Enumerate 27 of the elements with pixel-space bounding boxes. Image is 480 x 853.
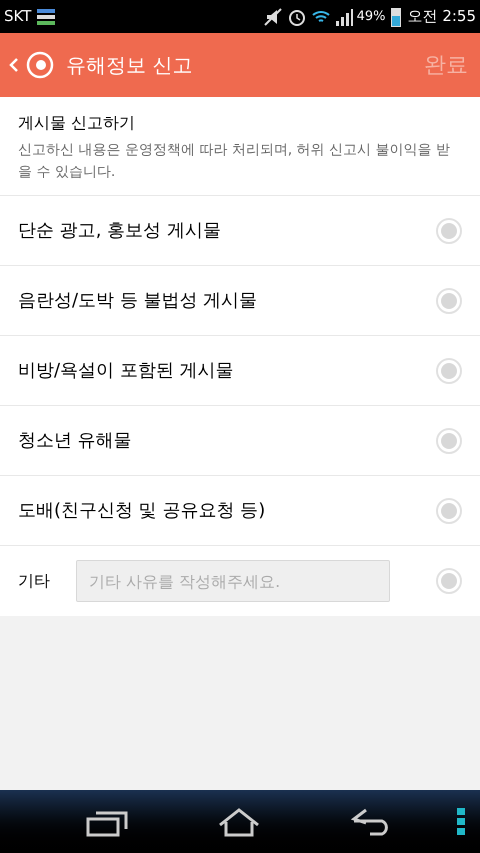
battery-icon xyxy=(390,6,402,28)
menu-icon[interactable] xyxy=(456,806,466,836)
section-title: 게시물 신고하기 xyxy=(18,112,136,134)
radio-button[interactable] xyxy=(436,428,462,454)
home-icon[interactable] xyxy=(216,806,262,836)
radio-button[interactable] xyxy=(436,288,462,314)
option-label[interactable]: 도배(친구신청 및 공유요청 등) xyxy=(18,497,436,524)
option-label[interactable]: 비방/욕설이 포함된 게시물 xyxy=(18,357,436,384)
back-icon[interactable] xyxy=(8,56,20,74)
app-logo-icon xyxy=(26,51,54,79)
radio-button[interactable] xyxy=(436,498,462,524)
radio-button[interactable] xyxy=(436,218,462,244)
radio-button[interactable] xyxy=(436,568,462,594)
carrier-label: SKT xyxy=(4,6,32,28)
option-label[interactable]: 음란성/도박 등 불법성 게시물 xyxy=(18,287,436,314)
section-description: 신고하신 내용은 운영정책에 따라 처리되며, 허위 신고시 불이익을 받을 수 있습니다. xyxy=(18,141,452,182)
signal-icon xyxy=(334,6,353,26)
option-label[interactable]: 청소년 유해물 xyxy=(18,427,436,454)
screen-title: 유해정보 신고 xyxy=(66,52,192,79)
mute-icon xyxy=(262,6,283,26)
reason-input-field[interactable]: 기타 사유를 작성해주세요. xyxy=(76,560,390,602)
option-label: 기타 xyxy=(18,570,51,592)
data-icon xyxy=(37,8,56,26)
clock: 오전 2:55 xyxy=(408,6,476,28)
option-label[interactable]: 단순 광고, 홍보성 게시물 xyxy=(18,217,436,244)
battery-percent: 49% xyxy=(356,8,386,26)
radio-button[interactable] xyxy=(436,358,462,384)
